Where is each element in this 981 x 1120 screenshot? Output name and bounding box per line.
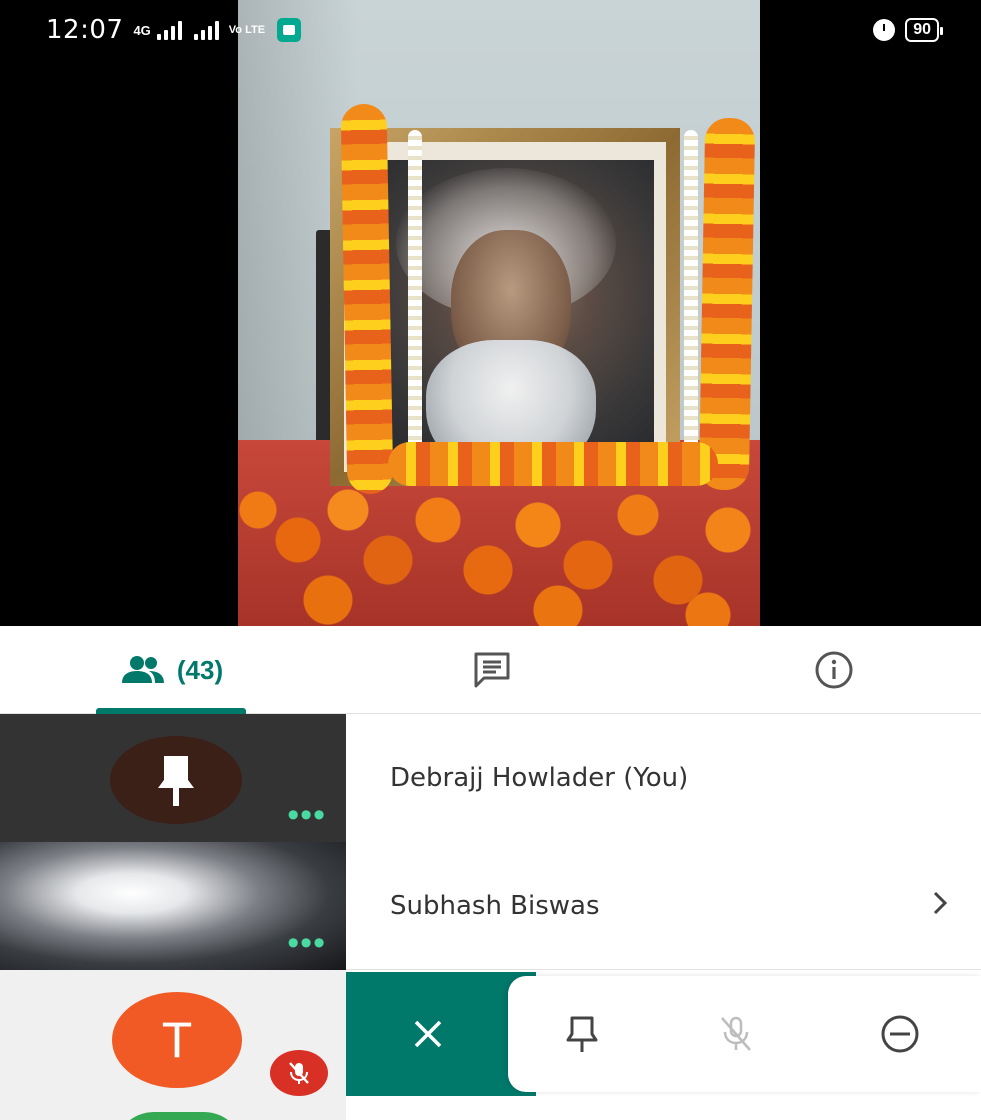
tab-chat[interactable] [462, 626, 522, 714]
marigold-garland-right [698, 117, 756, 491]
chevron-right-icon[interactable] [931, 890, 949, 923]
more-options-icon[interactable]: ••• [287, 926, 326, 960]
mic-off-badge [270, 1050, 328, 1096]
presenter-video [238, 0, 760, 626]
marigold-garland-left [340, 103, 394, 495]
signal-strength-icon [156, 20, 182, 40]
avatar: T [112, 992, 242, 1088]
remove-participant-button[interactable] [878, 1012, 922, 1056]
portrait-image [356, 160, 654, 456]
list-item[interactable]: Debrajj Howlader (You) [346, 714, 981, 842]
close-icon [414, 1020, 442, 1048]
tab-info[interactable] [804, 626, 864, 714]
volte-label: Vo LTE [228, 24, 266, 36]
list-item[interactable]: Subhash Biswas [346, 842, 981, 970]
chat-icon [474, 652, 510, 688]
participant-video-tile[interactable]: ••• [0, 842, 346, 970]
signal-strength-2-icon [193, 20, 219, 40]
status-bar: 12:07 4G Vo LTE 90 [0, 0, 981, 60]
participant-count: (43) [176, 654, 224, 685]
mic-off-icon [289, 1062, 309, 1084]
panel-tabs: (43) [0, 626, 981, 714]
main-video-stage[interactable] [0, 0, 981, 626]
jasmine-garland-right [684, 130, 698, 450]
participant-tiles: ••• ••• T [0, 714, 346, 1120]
portrait-mat [344, 142, 666, 472]
people-icon [121, 656, 164, 683]
status-time: 12:07 [46, 15, 124, 45]
participant-avatar-tile[interactable]: T [0, 970, 346, 1120]
jasmine-garland-left [408, 130, 422, 450]
self-video-tile[interactable]: ••• [0, 714, 346, 842]
participant-name: Debrajj Howlader (You) [390, 763, 689, 793]
actions-card [508, 976, 981, 1092]
alarm-icon [873, 19, 896, 41]
portrait-beard [426, 340, 596, 456]
meet-app-icon [277, 18, 302, 42]
participant-name: Subhash Biswas [390, 890, 600, 921]
tab-people[interactable]: (43) [96, 626, 246, 714]
pin-button[interactable] [560, 1012, 604, 1056]
avatar [114, 1112, 244, 1120]
mute-button[interactable] [714, 1012, 758, 1056]
pin-icon [158, 756, 194, 806]
info-icon [815, 651, 853, 689]
more-options-icon[interactable]: ••• [287, 798, 326, 832]
network-type-label: 4G [133, 22, 151, 38]
battery-indicator: 90 [905, 18, 943, 42]
participant-action-bar [346, 972, 981, 1096]
marigold-pile [238, 470, 760, 626]
